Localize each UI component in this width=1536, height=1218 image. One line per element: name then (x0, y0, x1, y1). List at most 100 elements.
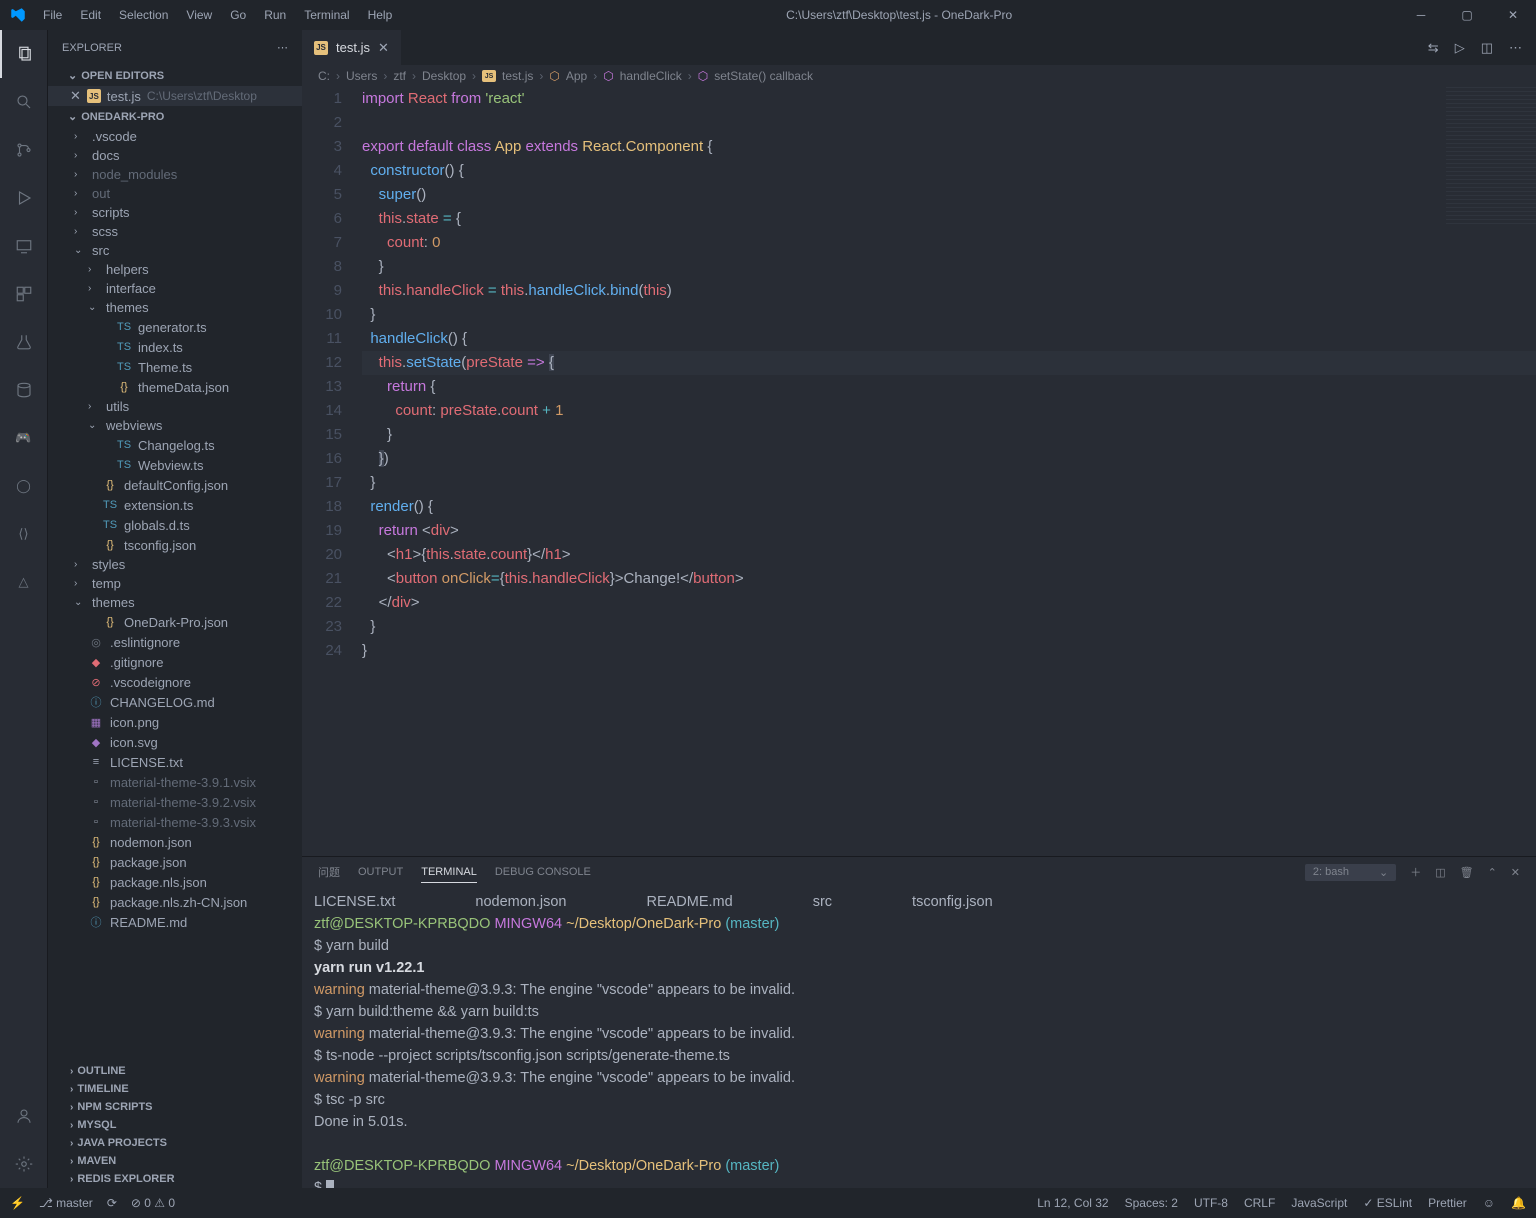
file-item[interactable]: ⓘCHANGELOG.md (48, 692, 302, 712)
minimap[interactable] (1446, 87, 1536, 227)
file-item[interactable]: TSWebview.ts (48, 455, 302, 475)
folder-item[interactable]: ›scripts (48, 203, 302, 222)
sidebar-more-icon[interactable]: ⋯ (277, 41, 288, 54)
file-item[interactable]: {}tsconfig.json (48, 535, 302, 555)
file-item[interactable]: {}OneDark-Pro.json (48, 612, 302, 632)
more-icon[interactable]: ⋯ (1509, 40, 1522, 56)
git-branch[interactable]: ⎇ master (39, 1196, 93, 1210)
run-debug-icon[interactable] (0, 174, 47, 222)
close-file-icon[interactable]: ✕ (70, 88, 81, 104)
file-item[interactable]: {}nodemon.json (48, 832, 302, 852)
folder-item[interactable]: ⌄themes (48, 298, 302, 317)
file-item[interactable]: TSglobals.d.ts (48, 515, 302, 535)
file-item[interactable]: TSgenerator.ts (48, 317, 302, 337)
file-item[interactable]: TSTheme.ts (48, 357, 302, 377)
file-item[interactable]: {}package.nls.zh-CN.json (48, 892, 302, 912)
file-item[interactable]: {}package.json (48, 852, 302, 872)
new-terminal-icon[interactable]: ＋ (1410, 864, 1421, 880)
db-icon[interactable] (0, 366, 47, 414)
file-item[interactable]: ◎.eslintignore (48, 632, 302, 652)
search-icon[interactable] (0, 78, 47, 126)
section-redis explorer[interactable]: ›REDIS EXPLORER (48, 1170, 302, 1188)
remote-indicator[interactable]: ⚡ (10, 1196, 25, 1210)
section-maven[interactable]: ›MAVEN (48, 1152, 302, 1170)
file-item[interactable]: TSindex.ts (48, 337, 302, 357)
folder-item[interactable]: ⌄webviews (48, 416, 302, 435)
folder-item[interactable]: ›helpers (48, 260, 302, 279)
menu-file[interactable]: File (35, 4, 70, 26)
panel-tab-output[interactable]: OUTPUT (358, 862, 403, 882)
minimize-button[interactable]: ─ (1398, 0, 1444, 30)
azure-icon[interactable]: △ (0, 558, 47, 606)
account-icon[interactable] (0, 1092, 47, 1140)
section-timeline[interactable]: ›TIMELINE (48, 1080, 302, 1098)
file-item[interactable]: {}package.nls.json (48, 872, 302, 892)
file-item[interactable]: ▦icon.png (48, 712, 302, 732)
terminal-selector[interactable]: 2: bash⌄ (1305, 864, 1396, 881)
file-item[interactable]: TSextension.ts (48, 495, 302, 515)
menu-view[interactable]: View (178, 4, 220, 26)
panel-tab-problems[interactable]: 问题 (318, 860, 340, 884)
language-mode[interactable]: JavaScript (1291, 1196, 1347, 1210)
close-button[interactable]: ✕ (1490, 0, 1536, 30)
file-item[interactable]: {}defaultConfig.json (48, 475, 302, 495)
file-item[interactable]: ⊘.vscodeignore (48, 672, 302, 692)
workspace-section[interactable]: ⌄ONEDARK-PRO (48, 106, 302, 127)
file-item[interactable]: {}themeData.json (48, 377, 302, 397)
file-item[interactable]: ◆.gitignore (48, 652, 302, 672)
close-tab-icon[interactable]: ✕ (378, 40, 389, 56)
editor-tab[interactable]: JS test.js ✕ (302, 30, 401, 65)
file-item[interactable]: ▫material-theme-3.9.2.vsix (48, 792, 302, 812)
section-mysql[interactable]: ›MYSQL (48, 1116, 302, 1134)
file-item[interactable]: TSChangelog.ts (48, 435, 302, 455)
close-panel-icon[interactable]: ✕ (1511, 866, 1520, 879)
folder-item[interactable]: ›styles (48, 555, 302, 574)
folder-item[interactable]: ›.vscode (48, 127, 302, 146)
indentation[interactable]: Spaces: 2 (1125, 1196, 1178, 1210)
menu-selection[interactable]: Selection (111, 4, 176, 26)
folder-item[interactable]: ›interface (48, 279, 302, 298)
panel-tab-debug[interactable]: DEBUG CONSOLE (495, 862, 591, 882)
code-content[interactable]: import React from 'react'export default … (362, 87, 1536, 856)
breadcrumb[interactable]: C:› Users› ztf› Desktop› JStest.js› ⬡App… (302, 65, 1536, 87)
feedback-icon[interactable]: ☺ (1483, 1196, 1495, 1210)
file-item[interactable]: ▫material-theme-3.9.3.vsix (48, 812, 302, 832)
folder-item[interactable]: ›out (48, 184, 302, 203)
encoding[interactable]: UTF-8 (1194, 1196, 1228, 1210)
folder-item[interactable]: ›utils (48, 397, 302, 416)
remote-icon[interactable] (0, 222, 47, 270)
run-icon[interactable]: ▷ (1455, 40, 1465, 56)
menu-edit[interactable]: Edit (72, 4, 109, 26)
kill-terminal-icon[interactable]: 🗑 (1460, 866, 1474, 879)
maximize-button[interactable]: ▢ (1444, 0, 1490, 30)
edge-icon[interactable]: ◯ (0, 462, 47, 510)
folder-item[interactable]: ›node_modules (48, 165, 302, 184)
menu-help[interactable]: Help (360, 4, 401, 26)
eol[interactable]: CRLF (1244, 1196, 1275, 1210)
leetcode-icon[interactable]: ⟨⟩ (0, 510, 47, 558)
source-control-icon[interactable] (0, 126, 47, 174)
notifications-icon[interactable]: 🔔 (1511, 1196, 1526, 1210)
code-editor[interactable]: 123456789101112131415161718192021222324 … (302, 87, 1536, 856)
terminal-content[interactable]: LICENSE.txtnodemon.jsonREADME.mdsrctscon… (302, 887, 1536, 1188)
file-item[interactable]: ⓘREADME.md (48, 912, 302, 932)
explorer-icon[interactable] (0, 30, 47, 78)
split-icon[interactable]: ◫ (1481, 40, 1493, 56)
file-item[interactable]: ▫material-theme-3.9.1.vsix (48, 772, 302, 792)
folder-item[interactable]: ›temp (48, 574, 302, 593)
folder-item[interactable]: ⌄themes (48, 593, 302, 612)
panel-tab-terminal[interactable]: TERMINAL (421, 862, 477, 883)
settings-icon[interactable] (0, 1140, 47, 1188)
section-npm scripts[interactable]: ›NPM SCRIPTS (48, 1098, 302, 1116)
maximize-panel-icon[interactable]: ⌃ (1488, 866, 1497, 879)
compare-icon[interactable]: ⇆ (1428, 40, 1439, 56)
menu-terminal[interactable]: Terminal (296, 4, 357, 26)
file-item[interactable]: ≡LICENSE.txt (48, 752, 302, 772)
folder-item[interactable]: ›docs (48, 146, 302, 165)
section-outline[interactable]: ›OUTLINE (48, 1062, 302, 1080)
folder-item[interactable]: ⌄src (48, 241, 302, 260)
menu-run[interactable]: Run (256, 4, 294, 26)
prettier-status[interactable]: Prettier (1428, 1196, 1467, 1210)
section-java projects[interactable]: ›JAVA PROJECTS (48, 1134, 302, 1152)
menu-go[interactable]: Go (222, 4, 254, 26)
